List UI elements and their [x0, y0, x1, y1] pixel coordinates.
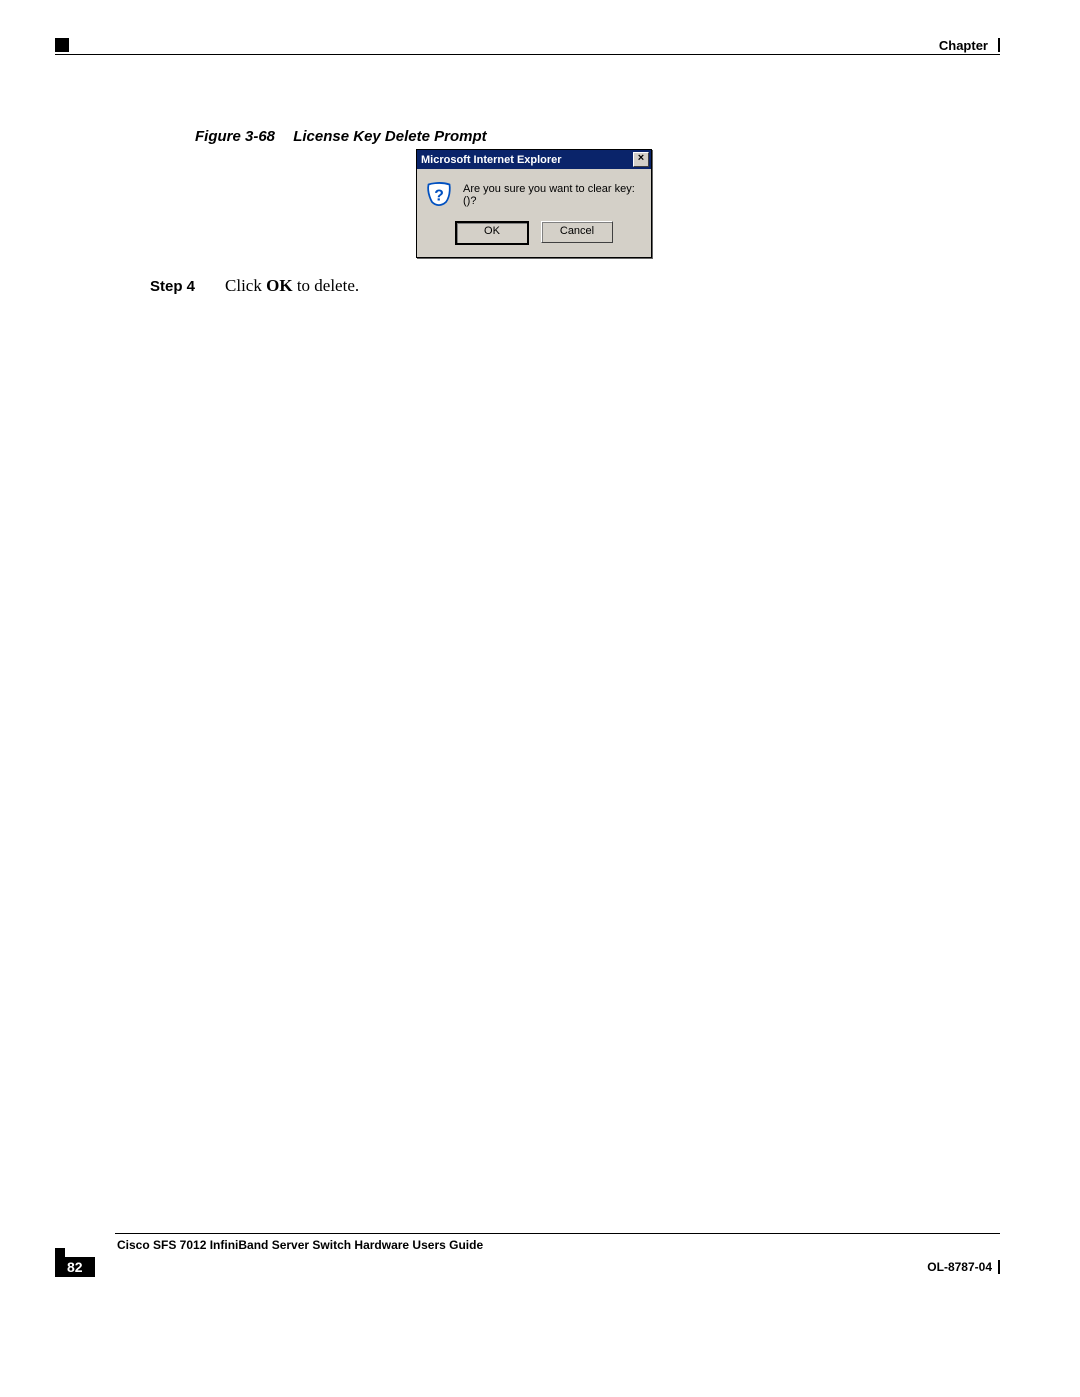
page-number: 82 [55, 1257, 95, 1277]
dialog-titlebar: Microsoft Internet Explorer × [417, 150, 651, 169]
page-header: Chapter [55, 36, 1000, 55]
figure-title: License Key Delete Prompt [293, 128, 486, 145]
step-label: Step 4 [150, 276, 195, 298]
header-marker-square [55, 38, 69, 52]
figure-caption: Figure 3-68 License Key Delete Prompt [195, 128, 1000, 145]
guide-title: Cisco SFS 7012 InfiniBand Server Switch … [117, 1238, 1000, 1252]
page-footer-upper: Cisco SFS 7012 InfiniBand Server Switch … [55, 1233, 1000, 1252]
close-icon[interactable]: × [633, 152, 649, 167]
doc-id-text: OL-8787-04 [927, 1260, 992, 1274]
cancel-button[interactable]: Cancel [541, 221, 613, 243]
doc-id-tick [998, 1260, 1000, 1274]
confirm-dialog: Microsoft Internet Explorer × ? Are you … [416, 149, 652, 258]
figure-number: Figure 3-68 [195, 128, 275, 145]
step-instruction: Step 4 Click OK to delete. [150, 276, 1000, 298]
dialog-body: ? Are you sure you want to clear key: ()… [417, 169, 651, 213]
ok-button[interactable]: OK [455, 221, 529, 245]
document-id: OL-8787-04 [927, 1260, 1000, 1274]
step-text-prefix: Click [225, 276, 266, 295]
question-icon: ? [425, 181, 453, 209]
figure-image: Microsoft Internet Explorer × ? Are you … [416, 149, 1000, 258]
footer-rule [115, 1233, 1000, 1234]
header-tick-mark [998, 38, 1000, 52]
dialog-title: Microsoft Internet Explorer [421, 154, 562, 166]
step-text: Click OK to delete. [225, 276, 359, 298]
dialog-button-row: OK Cancel [417, 213, 651, 257]
step-text-bold: OK [266, 276, 292, 295]
step-text-suffix: to delete. [293, 276, 360, 295]
chapter-label: Chapter [939, 38, 988, 53]
main-content: Figure 3-68 License Key Delete Prompt Mi… [150, 128, 1000, 298]
svg-text:?: ? [434, 187, 444, 204]
dialog-message: Are you sure you want to clear key: ()? [463, 183, 643, 207]
page-footer-lower: 82 OL-8787-04 [55, 1257, 1000, 1277]
